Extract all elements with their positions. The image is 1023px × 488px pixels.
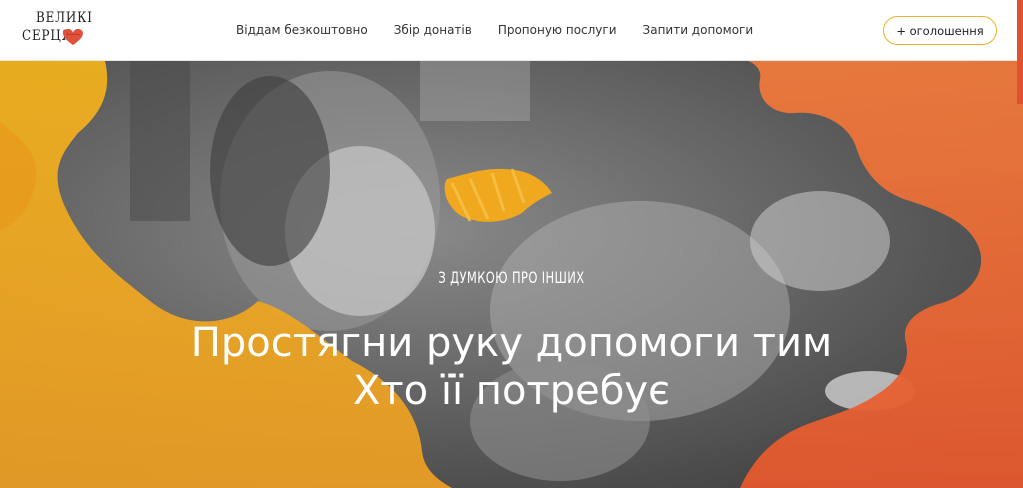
heart-icon: [63, 28, 83, 46]
nav-item-help-requests[interactable]: Запити допомоги: [643, 21, 754, 41]
site-header: ВЕЛИКІ СЕРЦЯ Віддам безкоштовно Збір дон…: [0, 0, 1023, 61]
logo-text-line1: ВЕЛИКІ: [36, 10, 93, 26]
hero-subtitle-wrap: З ДУМКОЮ ПРО ІНШИХ: [0, 268, 1023, 287]
scroll-indicator: [1017, 0, 1023, 104]
nav-item-donations[interactable]: Збір донатів: [394, 21, 472, 41]
main-nav: Віддам безкоштовно Збір донатів Пропоную…: [236, 21, 779, 41]
add-listing-button[interactable]: + оголошення: [883, 16, 997, 45]
logo[interactable]: ВЕЛИКІ СЕРЦЯ: [22, 6, 92, 54]
hero-banner: З ДУМКОЮ ПРО ІНШИХ Простягни руку допомо…: [0, 61, 1023, 488]
hero-title: Простягни руку допомоги тим Хто її потре…: [0, 319, 1023, 415]
hero-title-line1: Простягни руку допомоги тим: [190, 320, 833, 366]
nav-item-offer-services[interactable]: Пропоную послуги: [498, 21, 617, 41]
nav-item-give-free[interactable]: Віддам безкоштовно: [236, 21, 368, 41]
hero-subtitle: З ДУМКОЮ ПРО ІНШИХ: [438, 268, 585, 287]
hero-title-line2: Хто її потребує: [352, 368, 671, 414]
